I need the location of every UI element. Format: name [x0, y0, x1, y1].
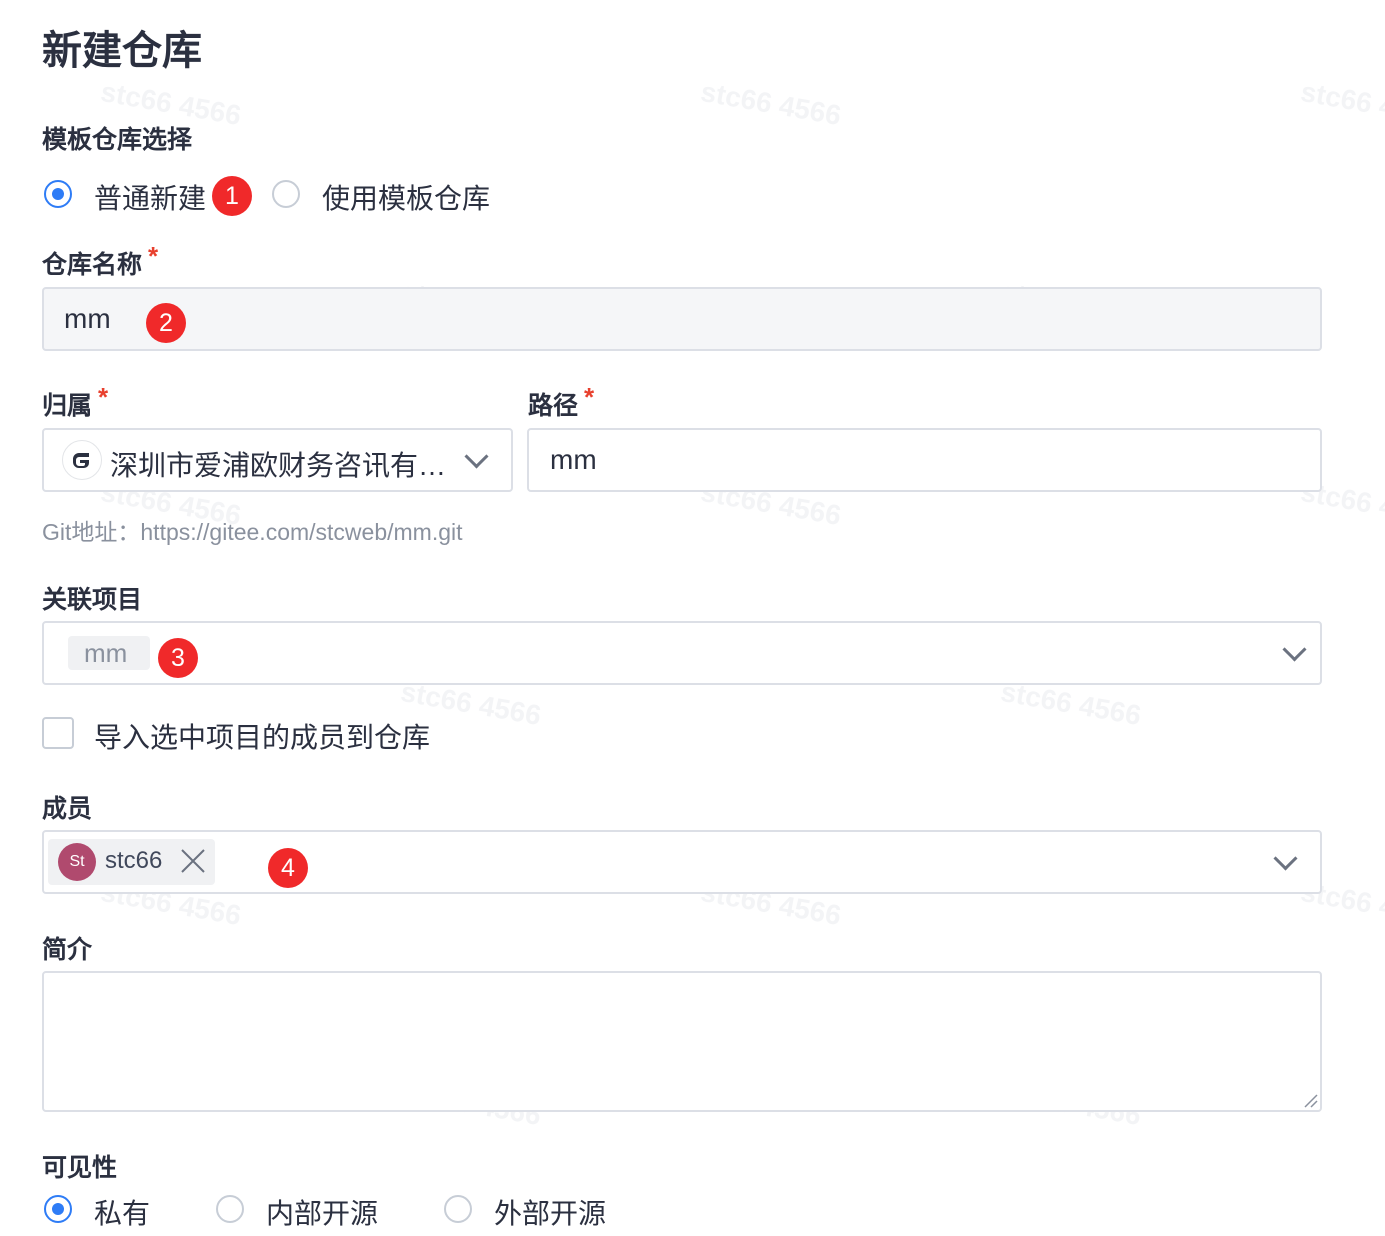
required-mark: *	[148, 241, 159, 271]
path-input[interactable]	[527, 428, 1322, 492]
radio-internal-open-label[interactable]: 内部开源	[266, 1192, 378, 1232]
watermark: stc66 4566	[698, 75, 844, 132]
resize-handle-icon[interactable]	[1302, 1092, 1318, 1108]
radio-public-open[interactable]	[444, 1195, 472, 1223]
import-members-checkbox[interactable]	[42, 717, 74, 749]
repo-name-label-text: 仓库名称	[42, 251, 143, 279]
annotation-badge-1: 1	[212, 176, 252, 216]
gitee-logo-icon	[62, 440, 102, 480]
path-label-text: 路径	[528, 392, 579, 420]
member-tag-label: stc66	[105, 847, 163, 874]
radio-private-label[interactable]: 私有	[94, 1192, 150, 1232]
repo-name-label: 仓库名称 *	[42, 241, 158, 281]
radio-normal-create[interactable]	[44, 180, 72, 208]
page-title: 新建仓库	[42, 29, 202, 73]
path-value: mm	[550, 444, 597, 475]
members-label: 成员	[42, 795, 93, 823]
template-select-label: 模板仓库选择	[42, 126, 193, 154]
radio-public-open-label[interactable]: 外部开源	[494, 1192, 606, 1232]
radio-internal-open[interactable]	[216, 1195, 244, 1223]
radio-use-template[interactable]	[272, 180, 300, 208]
project-tag-label: mm	[84, 638, 128, 668]
visibility-label: 可见性	[42, 1154, 118, 1182]
related-project-select[interactable]	[42, 621, 1322, 685]
radio-use-template-label[interactable]: 使用模板仓库	[322, 177, 490, 217]
path-label: 路径 *	[528, 382, 594, 422]
owner-label-text: 归属	[42, 392, 93, 420]
required-mark: *	[584, 382, 595, 412]
intro-label: 简介	[42, 936, 93, 964]
avatar: St	[58, 843, 96, 881]
required-mark: *	[98, 382, 109, 412]
members-select[interactable]	[42, 830, 1322, 894]
watermark: stc66 4566	[1298, 75, 1385, 132]
import-members-label[interactable]: 导入选中项目的成员到仓库	[94, 716, 430, 756]
owner-label: 归属 *	[42, 382, 108, 422]
intro-textarea[interactable]	[42, 971, 1322, 1112]
radio-normal-create-label[interactable]: 普通新建	[94, 177, 206, 217]
related-project-label: 关联项目	[42, 586, 143, 614]
annotation-badge-4: 4	[268, 848, 308, 888]
annotation-badge-2: 2	[146, 303, 186, 343]
owner-value: 深圳市爱浦欧财务咨讯有…	[110, 450, 445, 481]
repo-name-value: mm	[64, 303, 111, 334]
annotation-badge-3: 3	[158, 638, 198, 678]
repo-name-input[interactable]	[42, 287, 1322, 351]
git-address-hint: Git地址：https://gitee.com/stcweb/mm.git	[42, 519, 463, 545]
close-icon[interactable]	[180, 848, 206, 874]
radio-private[interactable]	[44, 1195, 72, 1223]
